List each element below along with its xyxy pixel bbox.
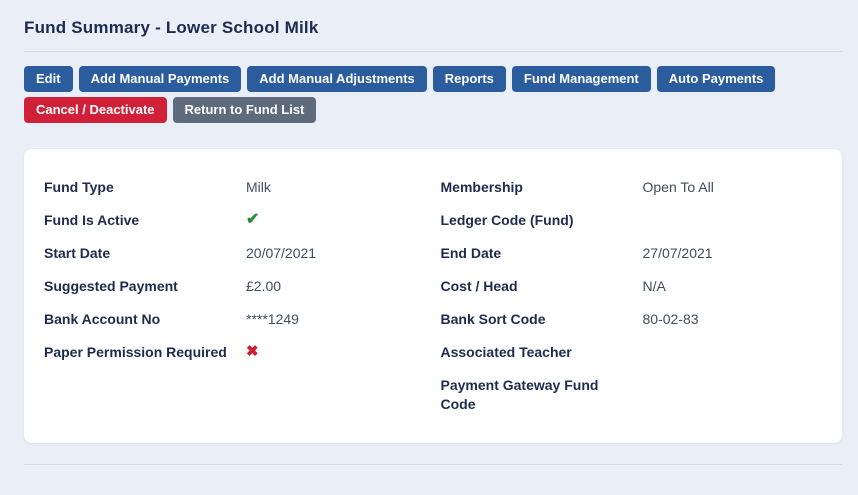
check-icon: ✔: [246, 211, 260, 228]
field-label: Bank Account No: [44, 311, 161, 327]
field-label: End Date: [440, 245, 502, 261]
field-value: 80-02-83: [642, 311, 699, 327]
field-row-start-date: Start Date 20/07/2021: [44, 237, 426, 270]
field-label: Associated Teacher: [440, 344, 572, 360]
cancel-deactivate-button[interactable]: Cancel / Deactivate: [24, 97, 167, 123]
edit-button[interactable]: Edit: [24, 66, 73, 92]
field-row-end-date: End Date 27/07/2021: [441, 237, 823, 270]
field-label: Bank Sort Code: [440, 311, 546, 327]
footer-divider: [24, 464, 842, 465]
field-value: ****1249: [246, 311, 299, 327]
fund-summary-page: Fund Summary - Lower School Milk Edit Add…: [0, 0, 858, 465]
field-row-fund-type: Fund Type Milk: [44, 171, 426, 204]
field-row-payment-gateway-fund-code: Payment Gateway Fund Code: [441, 369, 823, 421]
field-row-cost-head: Cost / Head N/A: [441, 270, 823, 303]
field-label: Start Date: [44, 245, 111, 261]
add-manual-adjustments-button[interactable]: Add Manual Adjustments: [247, 66, 427, 92]
cross-icon: ✖: [246, 343, 259, 360]
return-to-fund-list-button[interactable]: Return to Fund List: [172, 97, 317, 123]
field-label: Membership: [440, 179, 523, 195]
field-row-bank-account-no: Bank Account No ****1249: [44, 303, 426, 336]
field-label: Ledger Code (Fund): [440, 212, 574, 228]
field-value: 20/07/2021: [246, 245, 317, 261]
field-value: £2.00: [246, 278, 282, 294]
field-row-ledger-code-fund: Ledger Code (Fund): [441, 204, 823, 237]
fields-left: Fund Type Milk Fund Is Active ✔ Start Date 20…: [44, 171, 426, 369]
field-value: Open To All: [642, 179, 714, 195]
toolbar: Edit Add Manual Payments Add Manual Adjust…: [24, 66, 824, 123]
field-value: Milk: [246, 179, 271, 195]
field-label: Suggested Payment: [44, 278, 178, 294]
field-row-fund-is-active: Fund Is Active ✔: [44, 204, 426, 237]
fields-right: Membership Open To All Ledger Code (Fund) E…: [426, 171, 823, 421]
reports-button[interactable]: Reports: [432, 66, 506, 92]
fund-details-card: Fund Type Milk Fund Is Active ✔ Start Date 20…: [24, 149, 842, 443]
field-label: Fund Is Active: [44, 212, 140, 228]
field-label: Paper Permission Required: [44, 344, 227, 360]
field-row-associated-teacher: Associated Teacher: [441, 336, 823, 369]
field-label: Cost / Head: [440, 278, 518, 294]
auto-payments-button[interactable]: Auto Payments: [656, 66, 776, 92]
field-value: N/A: [642, 278, 666, 294]
field-value: 27/07/2021: [642, 245, 713, 261]
page-title: Fund Summary - Lower School Milk: [24, 18, 319, 37]
field-label: Fund Type: [44, 179, 114, 195]
fund-management-button[interactable]: Fund Management: [511, 66, 651, 92]
title-divider: [24, 51, 842, 52]
field-row-bank-sort-code: Bank Sort Code 80-02-83: [441, 303, 823, 336]
field-row-suggested-payment: Suggested Payment £2.00: [44, 270, 426, 303]
field-row-paper-permission-required: Paper Permission Required ✖: [44, 336, 426, 369]
field-row-membership: Membership Open To All: [441, 171, 823, 204]
field-label: Payment Gateway Fund Code: [440, 377, 599, 412]
add-manual-payments-button[interactable]: Add Manual Payments: [78, 66, 242, 92]
